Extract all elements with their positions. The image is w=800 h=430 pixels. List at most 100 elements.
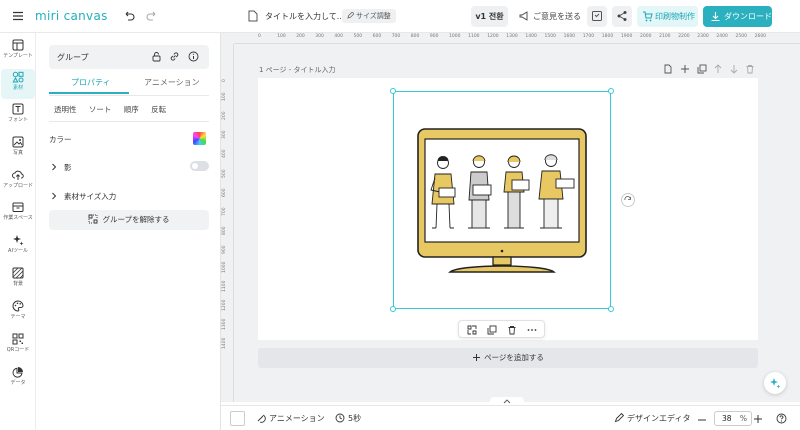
rotate-handle[interactable] — [621, 193, 635, 207]
app-logo[interactable]: miri canvas — [35, 9, 108, 23]
property-subtabs: 透明性 ソート 順序 反転 — [54, 104, 176, 115]
undo-icon[interactable] — [123, 10, 135, 22]
rail-item-theme[interactable]: テーマ — [1, 298, 35, 328]
top-bar: miri canvas タイトルを入力して... サイズ調整 v1 전환 ご意見… — [0, 0, 800, 33]
print-button[interactable]: 印刷物制作 — [637, 6, 698, 27]
ruler-tick-label: 700 — [222, 207, 227, 216]
ai-assistant-button[interactable] — [764, 372, 786, 394]
subtab-opacity[interactable]: 透明性 — [54, 105, 77, 114]
active-tab-indicator — [49, 92, 129, 94]
menu-icon[interactable] — [12, 10, 24, 22]
rail-item-photo[interactable]: 写真 — [1, 134, 35, 164]
delete-icon[interactable] — [507, 325, 517, 335]
rail-item-font[interactable]: フォント — [1, 101, 35, 131]
delete-page-icon[interactable] — [745, 64, 755, 74]
ruler-tick-label: 100 — [222, 92, 227, 102]
print-label: 印刷物制作 — [655, 12, 695, 21]
resize-handle-ne[interactable] — [608, 88, 614, 94]
plus-icon — [473, 354, 481, 361]
timer-icon — [335, 413, 345, 423]
link-icon[interactable] — [169, 51, 180, 62]
tab-animation[interactable]: アニメーション — [144, 77, 200, 88]
duration-button[interactable]: 5秒 — [335, 413, 361, 424]
ungroup-icon[interactable] — [467, 325, 477, 335]
document-title[interactable]: タイトルを入力して... — [265, 11, 344, 22]
rail-item-background[interactable]: 背景 — [1, 265, 35, 295]
selection-toolbar — [458, 320, 545, 338]
file-icon — [248, 10, 258, 22]
chevron-right-icon[interactable] — [50, 163, 58, 171]
resize-handle-sw[interactable] — [390, 306, 396, 312]
ruler-tick-label: 1200 — [487, 34, 499, 39]
bottom-panel-toggle[interactable] — [490, 397, 524, 405]
subtab-sort[interactable]: ソート — [89, 105, 112, 114]
pen-icon — [614, 412, 625, 423]
rail-label: フォント — [7, 117, 28, 123]
feedback-label: ご意見を送る — [533, 12, 581, 21]
move-down-icon[interactable] — [729, 64, 739, 74]
cart-icon — [643, 11, 653, 22]
page-thumbnail[interactable] — [230, 411, 245, 426]
photo-icon — [12, 136, 24, 148]
more-icon[interactable] — [527, 325, 537, 335]
rail-label: 写真 — [12, 150, 23, 156]
design-editor-label: デザインエディタ — [627, 414, 691, 423]
zoom-out-icon[interactable] — [697, 415, 707, 425]
feedback-link[interactable]: ご意見を送る — [519, 11, 581, 22]
resize-button[interactable]: サイズ調整 — [342, 9, 396, 23]
megaphone-icon — [519, 11, 528, 21]
size-input-label[interactable]: 素材サイズ入力 — [64, 191, 116, 202]
rail-label: テーマ — [10, 314, 26, 320]
duplicate-page-icon[interactable] — [697, 64, 707, 74]
info-icon[interactable] — [188, 51, 199, 62]
subtab-order[interactable]: 順序 — [124, 105, 139, 114]
zoom-in-icon[interactable] — [753, 414, 763, 424]
download-button[interactable]: ダウンロード — [703, 6, 772, 27]
duplicate-icon[interactable] — [487, 325, 497, 335]
rail-label: QRコード — [6, 347, 30, 353]
help-icon[interactable] — [776, 413, 787, 424]
page-notes-icon[interactable] — [663, 64, 673, 74]
subtab-flip[interactable]: 反転 — [151, 105, 166, 114]
resize-handle-nw[interactable] — [390, 88, 396, 94]
rail-item-data[interactable]: データ — [1, 364, 35, 394]
move-up-icon[interactable] — [713, 64, 723, 74]
rail-item-elements[interactable]: 素材 — [1, 69, 35, 99]
shadow-toggle[interactable] — [190, 161, 209, 171]
share-button[interactable] — [612, 6, 632, 27]
rail-item-qr[interactable]: QRコード — [1, 331, 35, 361]
add-page-icon[interactable] — [680, 64, 690, 74]
design-editor-button[interactable]: デザインエディタ — [614, 412, 691, 424]
selection-box[interactable] — [393, 91, 611, 309]
save-button[interactable] — [587, 6, 607, 27]
rail-item-ai-tools[interactable]: AIツール — [1, 232, 35, 262]
resize-handle-se[interactable] — [608, 306, 614, 312]
rail-item-template[interactable]: テンプレート — [1, 37, 35, 67]
vertical-ruler: 0 100 200 300 400 500 600 700 800 900 1000 1100 1200… — [221, 44, 234, 402]
ungroup-button[interactable]: グループを解除する — [49, 210, 209, 230]
version-switch-button[interactable]: v1 전환 — [471, 6, 508, 27]
lock-icon[interactable] — [151, 51, 162, 62]
tab-properties[interactable]: プロパティ — [71, 77, 111, 88]
ruler-tick-label: 2500 — [735, 34, 747, 39]
animation-button[interactable]: アニメーション — [256, 413, 325, 424]
ruler-tick-label: 900 — [429, 34, 439, 39]
ruler-tick-label: 900 — [222, 245, 227, 254]
add-page-button[interactable]: ページを追加する — [258, 348, 758, 368]
rotate-icon — [624, 196, 631, 201]
redo-icon[interactable] — [146, 10, 158, 22]
duration-label: 5秒 — [348, 414, 362, 423]
theme-icon — [12, 300, 24, 312]
ruler-tick-label: 700 — [391, 34, 401, 39]
page-title[interactable]: 1 ページ - タイトル入力 — [259, 65, 336, 75]
zoom-input[interactable]: 38% — [714, 411, 752, 426]
rail-item-workspace[interactable]: 作業スペース — [1, 199, 35, 229]
chevron-right-icon[interactable] — [50, 192, 58, 200]
properties-panel: グループ プロパティ アニメーション 透明性 ソート 順序 反転 カラー 影 素… — [36, 33, 221, 430]
rail-item-upload[interactable]: アップロード — [1, 167, 35, 197]
ruler-tick-label: 1400 — [525, 34, 537, 39]
color-picker[interactable] — [193, 132, 206, 145]
ruler-tick-label: 0 — [258, 34, 261, 39]
data-icon — [12, 367, 23, 378]
ruler-tick-label: 2000 — [640, 34, 652, 39]
